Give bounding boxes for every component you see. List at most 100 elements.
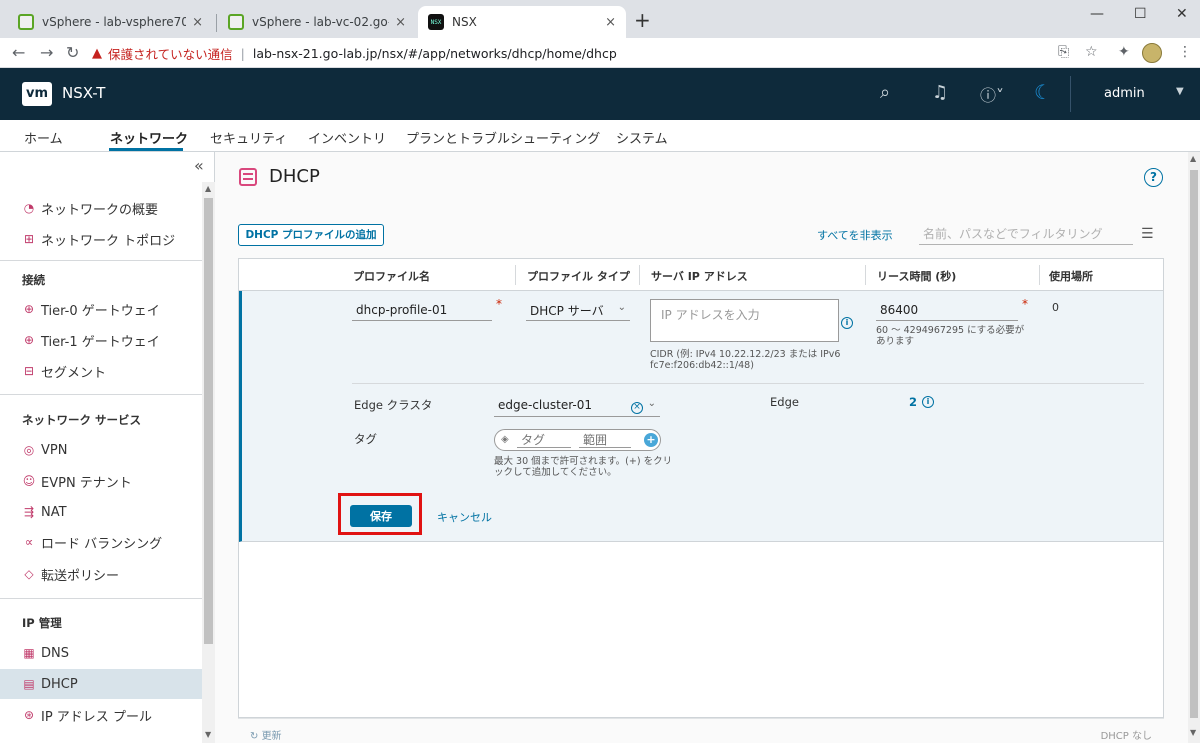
help-icon[interactable]: ? bbox=[1144, 168, 1163, 187]
sidebar-item-evpn-tenant[interactable]: ☺ EVPN テナント bbox=[0, 466, 202, 496]
user-menu[interactable]: admin bbox=[1104, 86, 1145, 101]
sidebar-item-network-topology[interactable]: ⊞ ネットワーク トポロジ bbox=[0, 224, 202, 254]
segment-icon: ⊟ bbox=[23, 364, 35, 378]
clear-selection-icon[interactable]: × bbox=[631, 402, 643, 414]
add-dhcp-profile-button[interactable]: DHCP プロファイルの追加 bbox=[238, 224, 384, 246]
tag-editor: ◈ + bbox=[494, 429, 661, 451]
cancel-button[interactable]: キャンセル bbox=[437, 509, 492, 525]
refresh-button[interactable]: ↻ 更新 bbox=[250, 727, 282, 742]
minimize-icon[interactable]: — bbox=[1090, 6, 1104, 22]
help-icon[interactable]: ⓘ˅ bbox=[980, 82, 1004, 106]
scroll-down-icon[interactable]: ▼ bbox=[205, 730, 211, 739]
profile-edit-row: * DHCP サーバ ⌄ i CIDR (例: IPv4 10.22.12.2/… bbox=[239, 291, 1163, 542]
nav-system[interactable]: システム bbox=[616, 128, 668, 147]
dhcp-profile-grid: プロファイル名 プロファイル タイプ サーバ IP アドレス リース時間 (秒)… bbox=[238, 258, 1164, 718]
sidebar-item-tier0[interactable]: ⊕ Tier-0 ゲートウェイ bbox=[0, 294, 202, 324]
browser-tab-nsx[interactable]: NSX NSX × bbox=[418, 6, 626, 38]
main-content: DHCP ? DHCP プロファイルの追加 すべてを非表示 ☰ プロファイル名 … bbox=[215, 152, 1188, 743]
chevron-down-icon[interactable]: ▼ bbox=[1176, 86, 1184, 97]
sidebar-item-network-overview[interactable]: ◔ ネットワークの概要 bbox=[0, 193, 202, 223]
tab-close-icon[interactable]: × bbox=[605, 15, 616, 30]
lease-time-input[interactable] bbox=[876, 299, 1018, 321]
column-header-profile-name[interactable]: プロファイル名 bbox=[353, 268, 430, 284]
tab-close-icon[interactable]: × bbox=[192, 15, 203, 30]
sidebar-item-tier1[interactable]: ⊕ Tier-1 ゲートウェイ bbox=[0, 325, 202, 355]
moon-icon[interactable]: ☾ bbox=[1034, 80, 1052, 104]
sidebar-item-segments[interactable]: ⊟ セグメント bbox=[0, 356, 202, 386]
tab-title: vSphere - lab-vc-02.go-lab.jp - U bbox=[252, 15, 389, 29]
profile-type-select[interactable]: DHCP サーバ ⌄ bbox=[526, 299, 630, 321]
sidebar-item-ip-pools[interactable]: ⊛ IP アドレス プール bbox=[0, 700, 202, 730]
warning-icon[interactable]: ▲ bbox=[92, 46, 102, 61]
collapse-sidebar-icon[interactable]: « bbox=[194, 156, 204, 175]
footer-status: DHCP なし bbox=[1100, 731, 1152, 742]
window-close-icon[interactable]: ✕ bbox=[1176, 6, 1188, 22]
back-icon[interactable]: ← bbox=[12, 43, 25, 62]
sidebar-item-dns[interactable]: ▦ DNS bbox=[0, 638, 202, 668]
column-header-lease-time[interactable]: リース時間 (秒) bbox=[877, 268, 956, 284]
translate-icon[interactable]: ⎘ bbox=[1058, 44, 1069, 60]
sidebar-item-label: 転送ポリシー bbox=[41, 568, 120, 584]
vpn-icon: ◎ bbox=[23, 443, 35, 457]
bookmark-star-icon[interactable]: ☆ bbox=[1085, 44, 1098, 60]
forward-icon[interactable]: → bbox=[40, 43, 53, 62]
sidebar-item-label: Tier-1 ゲートウェイ bbox=[41, 334, 160, 350]
browser-tab-vsphere-2[interactable]: vSphere - lab-vc-02.go-lab.jp - U × bbox=[218, 6, 416, 38]
dhcp-icon: ▤ bbox=[23, 677, 35, 691]
profile-avatar[interactable] bbox=[1142, 43, 1162, 63]
edge-count-link[interactable]: 2 bbox=[909, 395, 917, 409]
add-tag-icon[interactable]: + bbox=[644, 433, 658, 447]
scroll-up-icon[interactable]: ▲ bbox=[1190, 154, 1196, 163]
column-header-server-ip[interactable]: サーバ IP アドレス bbox=[651, 268, 748, 284]
sidebar-item-label: Tier-0 ゲートウェイ bbox=[41, 303, 160, 319]
info-icon[interactable]: i bbox=[922, 396, 934, 408]
browser-tab-vsphere-1[interactable]: vSphere - lab-vsphere70-02-nsxt × bbox=[8, 6, 213, 38]
nav-home[interactable]: ホーム bbox=[24, 128, 63, 147]
security-label[interactable]: 保護されていない通信 bbox=[108, 44, 233, 63]
column-header-profile-type[interactable]: プロファイル タイプ bbox=[527, 268, 630, 284]
tab-title: NSX bbox=[452, 15, 477, 29]
bell-icon[interactable]: ♫ bbox=[932, 82, 948, 103]
filter-input[interactable] bbox=[919, 223, 1133, 245]
scroll-up-icon[interactable]: ▲ bbox=[205, 184, 211, 193]
search-icon[interactable]: ⌕ bbox=[880, 82, 890, 103]
scope-input[interactable] bbox=[579, 432, 631, 448]
filter-icon[interactable]: ☰ bbox=[1141, 226, 1154, 242]
sidebar-item-nat[interactable]: ⇶ NAT bbox=[0, 497, 202, 527]
column-header-used-in[interactable]: 使用場所 bbox=[1049, 268, 1093, 284]
profile-name-input[interactable] bbox=[352, 299, 492, 321]
gateway-icon: ⊕ bbox=[23, 333, 35, 347]
topology-icon: ⊞ bbox=[23, 232, 35, 246]
url-text[interactable]: lab-nsx-21.go-lab.jp/nsx/#/app/networks/… bbox=[253, 46, 617, 61]
nav-inventory[interactable]: インベントリ bbox=[308, 128, 386, 147]
chevron-down-icon: ⌄ bbox=[617, 302, 626, 313]
nav-plan-troubleshoot[interactable]: プランとトラブルシューティング bbox=[406, 128, 600, 147]
info-icon[interactable]: i bbox=[841, 317, 853, 329]
nav-security[interactable]: セキュリティ bbox=[210, 128, 287, 147]
browser-menu-icon[interactable]: ⋮ bbox=[1178, 44, 1192, 60]
sidebar-item-vpn[interactable]: ◎ VPN bbox=[0, 435, 202, 465]
tag-input[interactable] bbox=[517, 432, 571, 448]
sidebar-item-dhcp[interactable]: ▤ DHCP bbox=[0, 669, 202, 699]
policy-icon: ◇ bbox=[24, 567, 34, 581]
sidebar-item-label: ネットワークの概要 bbox=[41, 202, 159, 218]
main-scroll-thumb[interactable] bbox=[1190, 170, 1198, 718]
sidebar: « ◔ ネットワークの概要 ⊞ ネットワーク トポロジ 接続 ⊕ Tier-0 … bbox=[0, 152, 215, 743]
hide-all-link[interactable]: すべてを非表示 bbox=[817, 227, 893, 243]
url-field[interactable]: ▲ 保護されていない通信 | lab-nsx-21.go-lab.jp/nsx/… bbox=[92, 41, 1062, 65]
sidebar-item-load-balancing[interactable]: ∝ ロード バランシング bbox=[0, 527, 202, 557]
vsphere-favicon-icon bbox=[18, 14, 34, 30]
sidebar-item-forwarding-policy[interactable]: ◇ 転送ポリシー bbox=[0, 559, 202, 589]
new-tab-button[interactable]: + bbox=[634, 10, 651, 30]
server-ip-input[interactable] bbox=[650, 299, 839, 342]
maximize-icon[interactable]: ☐ bbox=[1134, 6, 1147, 22]
nat-icon: ⇶ bbox=[23, 505, 35, 519]
tab-close-icon[interactable]: × bbox=[395, 15, 406, 30]
extensions-icon[interactable]: ✦ bbox=[1118, 44, 1130, 60]
reload-icon[interactable]: ↻ bbox=[66, 43, 79, 62]
sidebar-scroll-thumb[interactable] bbox=[204, 198, 213, 644]
scroll-down-icon[interactable]: ▼ bbox=[1190, 728, 1196, 737]
gateway-icon: ⊕ bbox=[23, 302, 35, 316]
nav-networking[interactable]: ネットワーク bbox=[110, 128, 188, 147]
sidebar-item-label: ネットワーク トポロジ bbox=[41, 233, 176, 249]
